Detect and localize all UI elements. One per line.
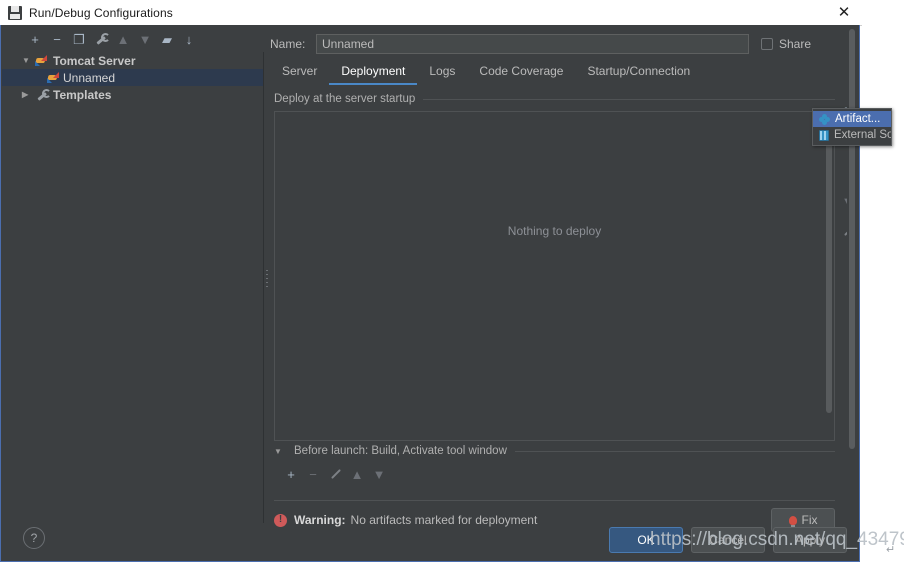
before-launch-toolbar: + − ▲ ▼ bbox=[274, 463, 835, 485]
add-artifact-popup-menu[interactable]: Artifact... External Source... bbox=[812, 108, 892, 146]
external-source-icon bbox=[819, 129, 829, 141]
empty-state-text: Nothing to deploy bbox=[507, 224, 602, 238]
divider bbox=[514, 450, 835, 452]
tree-item-label: Unnamed bbox=[63, 70, 116, 85]
configurations-pane: + − ❐ ▲ ▼ ▰ ↓ ▼ Tomcat Server Unnamed ▶ … bbox=[2, 25, 264, 561]
splitter-grip-icon bbox=[266, 270, 268, 288]
before-launch-section: ▼ Before launch: Build, Activate tool wi… bbox=[274, 443, 835, 487]
deployment-list[interactable]: Nothing to deploy bbox=[274, 111, 835, 441]
tree-item-templates[interactable]: ▶ Templates bbox=[2, 86, 263, 103]
scrollbar-thumb[interactable] bbox=[849, 29, 855, 449]
help-button[interactable]: ? bbox=[23, 527, 45, 549]
edit-templates-button[interactable] bbox=[90, 28, 112, 50]
lightbulb-icon bbox=[788, 515, 797, 527]
scrollbar-thumb[interactable] bbox=[826, 113, 832, 413]
tree-item-tomcat-server[interactable]: ▼ Tomcat Server bbox=[2, 52, 263, 69]
popup-item-artifact[interactable]: Artifact... bbox=[813, 111, 891, 127]
tree-item-label: Tomcat Server bbox=[53, 53, 136, 68]
name-row: Name: Share bbox=[270, 33, 843, 55]
before-launch-label: Before launch: Build, Activate tool wind… bbox=[294, 445, 507, 457]
before-launch-title: ▼ Before launch: Build, Activate tool wi… bbox=[274, 443, 835, 459]
tab-startup-connection[interactable]: Startup/Connection bbox=[575, 64, 702, 85]
share-checkbox[interactable]: Share bbox=[749, 37, 843, 51]
editor-tabs: Server Deployment Logs Code Coverage Sta… bbox=[270, 61, 702, 85]
checkbox-box-icon[interactable] bbox=[761, 38, 773, 50]
chevron-down-icon[interactable]: ▼ bbox=[274, 447, 286, 456]
share-label: Share bbox=[779, 37, 812, 51]
move-into-folder-button[interactable]: ▰ bbox=[156, 28, 178, 50]
deploy-group: Deploy at the server startup Nothing to … bbox=[274, 91, 854, 441]
close-icon[interactable]: ✕ bbox=[835, 3, 853, 21]
divider bbox=[423, 98, 835, 100]
remove-configuration-button[interactable]: − bbox=[46, 28, 68, 50]
add-configuration-button[interactable]: + bbox=[24, 28, 46, 50]
save-disk-icon bbox=[8, 5, 22, 20]
fix-button-label: Fix bbox=[801, 513, 818, 527]
tab-code-coverage[interactable]: Code Coverage bbox=[467, 64, 575, 85]
task-move-up-button[interactable]: ▲ bbox=[346, 463, 368, 485]
window-titlebar: Run/Debug Configurations ✕ bbox=[0, 0, 862, 26]
tab-logs[interactable]: Logs bbox=[417, 64, 467, 85]
tomcat-icon bbox=[34, 55, 49, 66]
remove-task-button[interactable]: − bbox=[302, 463, 324, 485]
edit-task-button[interactable] bbox=[324, 463, 346, 485]
tab-deployment[interactable]: Deployment bbox=[329, 64, 418, 85]
popup-item-label: External Source... bbox=[834, 129, 891, 141]
deployment-list-scrollbar[interactable] bbox=[824, 113, 833, 439]
warning-label: Warning: bbox=[294, 513, 346, 527]
move-down-button[interactable]: ▼ bbox=[134, 28, 156, 50]
deploy-group-title: Deploy at the server startup bbox=[274, 91, 835, 107]
error-icon: ! bbox=[274, 513, 287, 527]
name-label: Name: bbox=[270, 37, 306, 51]
screenshot-root: Run/Debug Configurations ✕ + − ❐ ▲ ▼ ▰ ↓… bbox=[0, 0, 904, 564]
divider bbox=[274, 500, 835, 501]
tab-server[interactable]: Server bbox=[270, 64, 329, 85]
task-move-down-button[interactable]: ▼ bbox=[368, 463, 390, 485]
tree-item-unnamed[interactable]: Unnamed bbox=[2, 69, 263, 86]
configuration-editor-pane: Name: Share Server Deployment Logs Code … bbox=[270, 25, 856, 561]
run-debug-configurations-dialog: + − ❐ ▲ ▼ ▰ ↓ ▼ Tomcat Server Unnamed ▶ … bbox=[0, 25, 860, 562]
artifact-icon bbox=[819, 113, 830, 125]
move-up-button[interactable]: ▲ bbox=[112, 28, 134, 50]
wrench-icon bbox=[95, 33, 110, 45]
popup-item-label: Artifact... bbox=[835, 113, 881, 125]
chevron-down-icon[interactable]: ▼ bbox=[22, 56, 34, 65]
window-title: Run/Debug Configurations bbox=[29, 5, 173, 20]
name-input[interactable] bbox=[316, 34, 749, 54]
add-task-button[interactable]: + bbox=[280, 463, 302, 485]
sort-configurations-button[interactable]: ↓ bbox=[178, 28, 200, 50]
warning-text: No artifacts marked for deployment bbox=[350, 513, 538, 527]
chevron-right-icon[interactable]: ▶ bbox=[22, 90, 34, 99]
wrench-icon bbox=[34, 88, 51, 101]
tomcat-icon bbox=[46, 72, 61, 83]
watermark-text: https://blog.csdn.net/qq_43479839 bbox=[650, 529, 904, 550]
popup-item-external-source[interactable]: External Source... bbox=[813, 127, 891, 143]
tree-item-label: Templates bbox=[53, 87, 112, 102]
configurations-tree[interactable]: ▼ Tomcat Server Unnamed ▶ Templates bbox=[2, 52, 264, 523]
copy-configuration-button[interactable]: ❐ bbox=[68, 28, 90, 50]
deploy-group-label: Deploy at the server startup bbox=[274, 93, 416, 105]
pencil-icon bbox=[329, 468, 341, 480]
configurations-toolbar: + − ❐ ▲ ▼ ▰ ↓ bbox=[2, 27, 200, 51]
pilcrow-mark: ↵ bbox=[886, 544, 896, 556]
dialog-scrollbar[interactable] bbox=[847, 27, 856, 559]
